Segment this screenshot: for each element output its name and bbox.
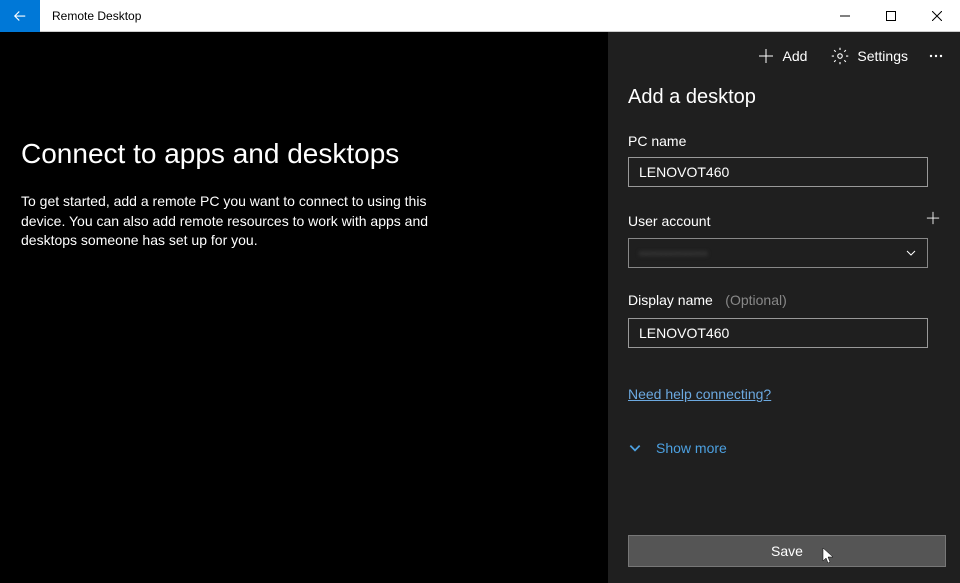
plus-icon [926,211,940,225]
add-button[interactable]: Add [748,42,817,70]
close-button[interactable] [914,0,960,32]
pc-name-label: PC name [628,133,940,149]
arrow-left-icon [11,7,29,25]
show-more-label: Show more [656,440,727,456]
window-title: Remote Desktop [52,9,822,23]
chevron-down-icon [905,247,917,259]
app-toolbar: Add Settings [748,32,960,80]
display-name-label: Display name [628,292,713,308]
display-name-optional: (Optional) [725,292,786,308]
add-user-account-button[interactable] [926,211,940,230]
save-button[interactable]: Save [628,535,946,567]
titlebar: Remote Desktop [0,0,960,32]
maximize-icon [886,11,896,21]
more-icon [928,48,944,64]
chevron-down-icon [628,441,642,455]
back-button[interactable] [0,0,40,32]
window-controls [822,0,960,32]
pc-name-input[interactable] [628,157,928,187]
minimize-icon [840,11,850,21]
maximize-button[interactable] [868,0,914,32]
panel-title: Add a desktop [628,86,940,109]
show-more-button[interactable]: Show more [628,440,940,456]
user-account-value: •••••••••••••• [639,245,708,261]
page-title: Connect to apps and desktops [21,138,587,170]
save-label: Save [771,543,803,559]
settings-label: Settings [857,48,908,64]
gear-icon [831,47,849,65]
user-account-label: User account [628,213,710,229]
plus-icon [758,48,774,64]
add-desktop-panel: Add a desktop PC name User account •••••… [608,32,960,583]
settings-button[interactable]: Settings [821,41,918,71]
help-link[interactable]: Need help connecting? [628,386,771,402]
add-label: Add [782,48,807,64]
user-account-select[interactable]: •••••••••••••• [628,238,928,268]
minimize-button[interactable] [822,0,868,32]
display-name-input[interactable] [628,318,928,348]
more-button[interactable] [922,42,950,70]
close-icon [932,11,942,21]
main-content: Connect to apps and desktops To get star… [0,32,608,583]
page-description: To get started, add a remote PC you want… [21,192,461,251]
